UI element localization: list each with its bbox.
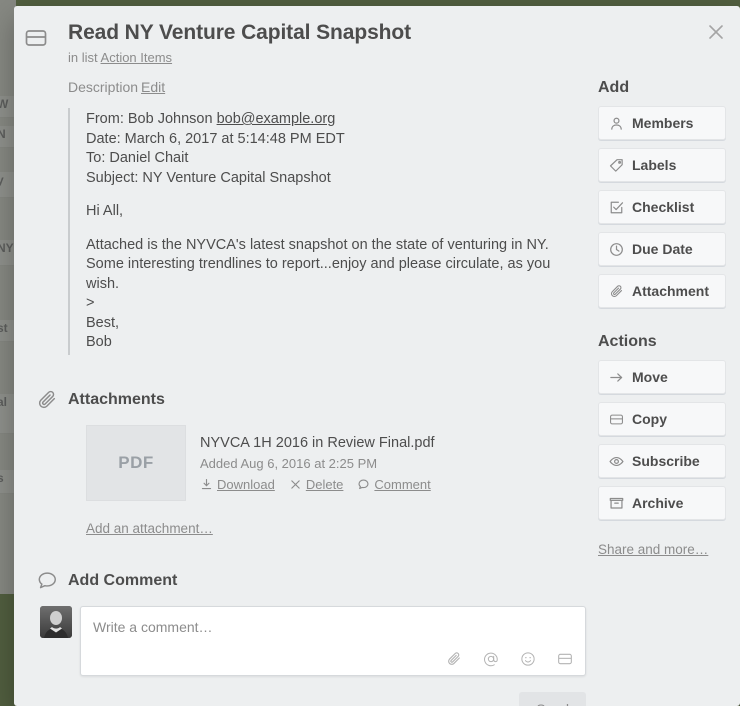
- attachment-download-label: Download: [217, 476, 275, 492]
- sidebar-item-checklist[interactable]: Checklist: [598, 190, 726, 224]
- sidebar-item-copy[interactable]: Copy: [598, 402, 726, 436]
- add-comment-section: Add Comment Write a comment…: [24, 570, 586, 706]
- desc-from-label: From: Bob Johnson: [86, 111, 217, 127]
- attachments-title: Attachments: [68, 390, 165, 408]
- card-header: Read NY Venture Capital Snapshot in list…: [14, 6, 740, 67]
- share-and-more-link[interactable]: Share and more…: [598, 542, 708, 557]
- desc-line-to: To: Daniel Chait: [86, 150, 189, 166]
- attachment-name[interactable]: NYVCA 1H 2016 in Review Final.pdf: [200, 433, 574, 453]
- sidebar-item-label: Subscribe: [632, 453, 700, 469]
- sidebar-item-label: Labels: [632, 157, 677, 173]
- paperclip-icon: [36, 389, 58, 411]
- attachment-meta: NYVCA 1H 2016 in Review Final.pdf Added …: [200, 425, 574, 494]
- sidebar-item-attachment[interactable]: Attachment: [598, 274, 726, 308]
- card-sidebar: Add Members Labels Checklist Due Date At…: [584, 78, 734, 559]
- send-button[interactable]: Send: [519, 691, 586, 706]
- comment-bubble-icon: [36, 570, 58, 592]
- sidebar-item-subscribe[interactable]: Subscribe: [598, 444, 726, 478]
- close-x-icon: [289, 478, 302, 491]
- sidebar-item-move[interactable]: Move: [598, 360, 726, 394]
- attachment-item: PDF NYVCA 1H 2016 in Review Final.pdf Ad…: [24, 424, 574, 501]
- card-icon[interactable]: [557, 651, 573, 667]
- desc-line-subject: Subject: NY Venture Capital Snapshot: [86, 169, 331, 186]
- comment-placeholder: Write a comment…: [93, 618, 213, 635]
- card-detail-modal: Read NY Venture Capital Snapshot in list…: [14, 6, 740, 706]
- download-icon: [200, 478, 213, 491]
- desc-body-line-3: >: [86, 295, 95, 311]
- attachments-header: Attachments: [24, 389, 574, 413]
- sidebar-item-labels[interactable]: Labels: [598, 148, 726, 182]
- comment-composer: Write a comment…: [24, 605, 586, 678]
- attachment-comment-label: Comment: [374, 476, 431, 492]
- attachment-delete-link[interactable]: Delete: [289, 476, 344, 494]
- desc-line-from: From: Bob Johnson bob@example.org: [86, 110, 574, 130]
- sidebar-item-label: Attachment: [632, 283, 710, 299]
- send-row: Send: [80, 691, 586, 706]
- card-list-breadcrumb: in list Action Items: [24, 46, 696, 67]
- description-body[interactable]: From: Bob Johnson bob@example.org Date: …: [24, 108, 574, 355]
- add-comment-header: Add Comment: [24, 570, 574, 594]
- sidebar-item-members[interactable]: Members: [598, 106, 726, 140]
- list-name-link[interactable]: Action Items: [101, 50, 173, 65]
- card-main-column: Description Edit From: Bob Johnson bob@ex…: [14, 78, 586, 706]
- desc-body-line-4: Best,: [86, 314, 120, 331]
- in-list-label: in list: [68, 50, 98, 65]
- sidebar-item-archive[interactable]: Archive: [598, 486, 726, 520]
- emoji-smiley-icon[interactable]: [520, 651, 536, 667]
- sidebar-item-label: Copy: [632, 411, 667, 427]
- attachments-section: Attachments PDF NYVCA 1H 2016 in Review …: [24, 389, 574, 538]
- eye-icon: [609, 454, 624, 469]
- description-edit-link[interactable]: Edit: [141, 79, 165, 95]
- mention-at-icon[interactable]: [483, 651, 499, 667]
- sidebar-item-due-date[interactable]: Due Date: [598, 232, 726, 266]
- person-icon: [609, 116, 624, 131]
- page-title: Read NY Venture Capital Snapshot: [68, 21, 411, 44]
- comment-input[interactable]: Write a comment…: [80, 605, 586, 676]
- archive-box-icon: [609, 496, 624, 511]
- card-icon: [24, 26, 48, 50]
- desc-body-line-2: Some interesting trendlines to report...…: [86, 256, 551, 292]
- clock-icon: [609, 242, 624, 257]
- add-comment-title: Add Comment: [68, 571, 178, 589]
- avatar[interactable]: [40, 605, 72, 638]
- desc-body-line-1: Attached is the NYVCA's latest snapshot …: [86, 236, 549, 253]
- sidebar-add-heading: Add: [598, 79, 630, 96]
- attachment-thumbnail[interactable]: PDF: [86, 424, 186, 501]
- paperclip-icon: [609, 284, 624, 299]
- sidebar-item-label: Move: [632, 369, 668, 385]
- description-quote: From: Bob Johnson bob@example.org Date: …: [68, 108, 574, 355]
- desc-greeting: Hi All,: [86, 203, 124, 219]
- sidebar-actions-heading: Actions: [598, 333, 657, 350]
- desc-body-line-5: Bob: [86, 334, 112, 350]
- email-link[interactable]: bob@example.org: [217, 111, 336, 127]
- comment-bubble-icon: [357, 478, 370, 491]
- sidebar-item-label: Due Date: [632, 241, 693, 257]
- desc-line-date: Date: March 6, 2017 at 5:14:48 PM EDT: [86, 130, 345, 147]
- attachment-added-date: Added Aug 6, 2016 at 2:25 PM: [200, 455, 378, 471]
- attachment-delete-label: Delete: [305, 476, 344, 492]
- card-icon: [609, 412, 624, 427]
- tag-icon: [609, 158, 624, 173]
- sidebar-item-label: Members: [632, 115, 694, 131]
- sidebar-item-label: Archive: [632, 495, 684, 511]
- attachment-actions: Download Delete Comment: [200, 476, 574, 494]
- arrow-right-icon: [609, 370, 624, 385]
- description-label: Description: [68, 79, 139, 95]
- sidebar-item-label: Checklist: [632, 199, 695, 215]
- description-header: Description Edit: [24, 78, 574, 96]
- attachment-comment-link[interactable]: Comment: [357, 476, 431, 494]
- add-attachment-link[interactable]: Add an attachment…: [86, 521, 213, 536]
- comment-toolbar: [446, 651, 573, 667]
- attachment-download-link[interactable]: Download: [200, 476, 275, 494]
- checkbox-check-icon: [609, 200, 624, 215]
- paperclip-icon[interactable]: [446, 651, 462, 667]
